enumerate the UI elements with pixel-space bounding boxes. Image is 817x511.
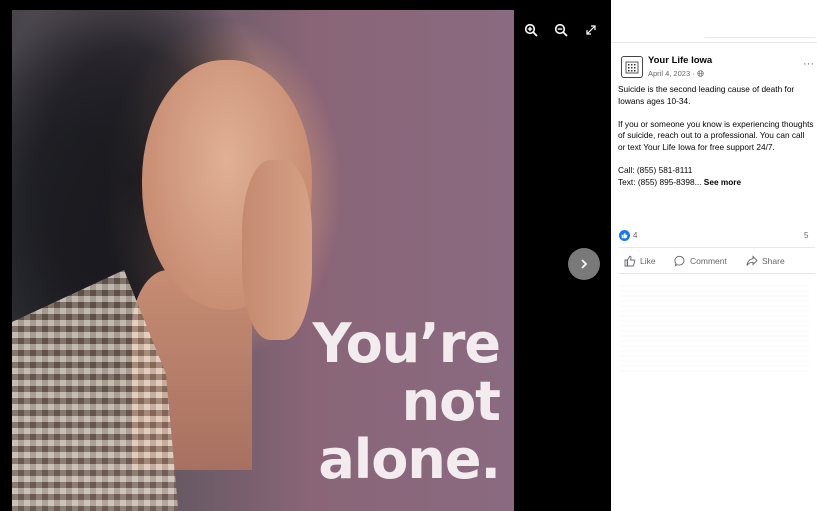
post-date-text: April 4, 2023 · — [648, 69, 697, 78]
share-arrow-icon — [746, 255, 758, 266]
next-photo-button[interactable] — [568, 248, 600, 280]
photo-viewer: You’re not alone. — [0, 0, 611, 511]
comments-count-area[interactable]: 5 — [804, 231, 808, 240]
post-sidebar: Your Life Iowa April 4, 2023 · ··· Suici… — [611, 0, 817, 511]
post-date[interactable]: April 4, 2023 · — [648, 69, 704, 78]
comment-bubble-icon — [674, 255, 685, 267]
fullscreen-icon[interactable] — [581, 20, 601, 40]
page-avatar[interactable] — [621, 56, 643, 78]
header-divider — [611, 42, 817, 43]
see-more-link[interactable]: See more — [704, 177, 741, 187]
photo-hand — [242, 160, 312, 340]
overlay-line-3: alone. — [318, 428, 501, 491]
more-options-button[interactable]: ··· — [803, 58, 814, 70]
reactions-summary[interactable]: 4 — [619, 230, 637, 241]
zoom-in-icon[interactable] — [521, 20, 541, 40]
post-message: Suicide is the second leading cause of d… — [618, 84, 814, 188]
comments-area — [619, 282, 809, 372]
thumbs-up-icon — [624, 255, 636, 267]
comment-count: 5 — [804, 231, 809, 240]
zoom-out-icon[interactable] — [551, 20, 571, 40]
calendar-grid-icon — [625, 61, 639, 74]
post-paragraph-2: If you or someone you know is experienci… — [618, 118, 814, 152]
comments-divider — [619, 273, 815, 274]
actions-divider — [619, 247, 815, 248]
overlay-line-2: not — [401, 370, 501, 433]
post-text-line: Text: (855) 895-8398... — [618, 176, 702, 187]
share-button[interactable]: Share — [746, 255, 785, 267]
like-label: Like — [640, 256, 656, 266]
reaction-count: 4 — [633, 231, 638, 240]
like-button[interactable]: Like — [624, 255, 656, 267]
comment-label: Comment — [690, 256, 727, 266]
chevron-right-icon — [581, 259, 588, 269]
page-name-link[interactable]: Your Life Iowa — [648, 55, 712, 66]
post-text-line-wrap: Text: (855) 895-8398... See more — [618, 177, 814, 189]
comment-button[interactable]: Comment — [674, 255, 727, 267]
globe-icon — [697, 70, 704, 77]
like-reaction-icon — [619, 230, 630, 241]
photo-overlay-text: You’re not alone. — [312, 312, 501, 491]
post-paragraph-1: Suicide is the second leading cause of d… — [618, 84, 795, 106]
overlay-line-1: You’re — [312, 312, 501, 375]
post-call-line: Call: (855) 581-8111 — [618, 165, 693, 176]
header-area — [705, 8, 815, 38]
share-label: Share — [762, 256, 785, 266]
post-photo: You’re not alone. — [12, 10, 514, 511]
